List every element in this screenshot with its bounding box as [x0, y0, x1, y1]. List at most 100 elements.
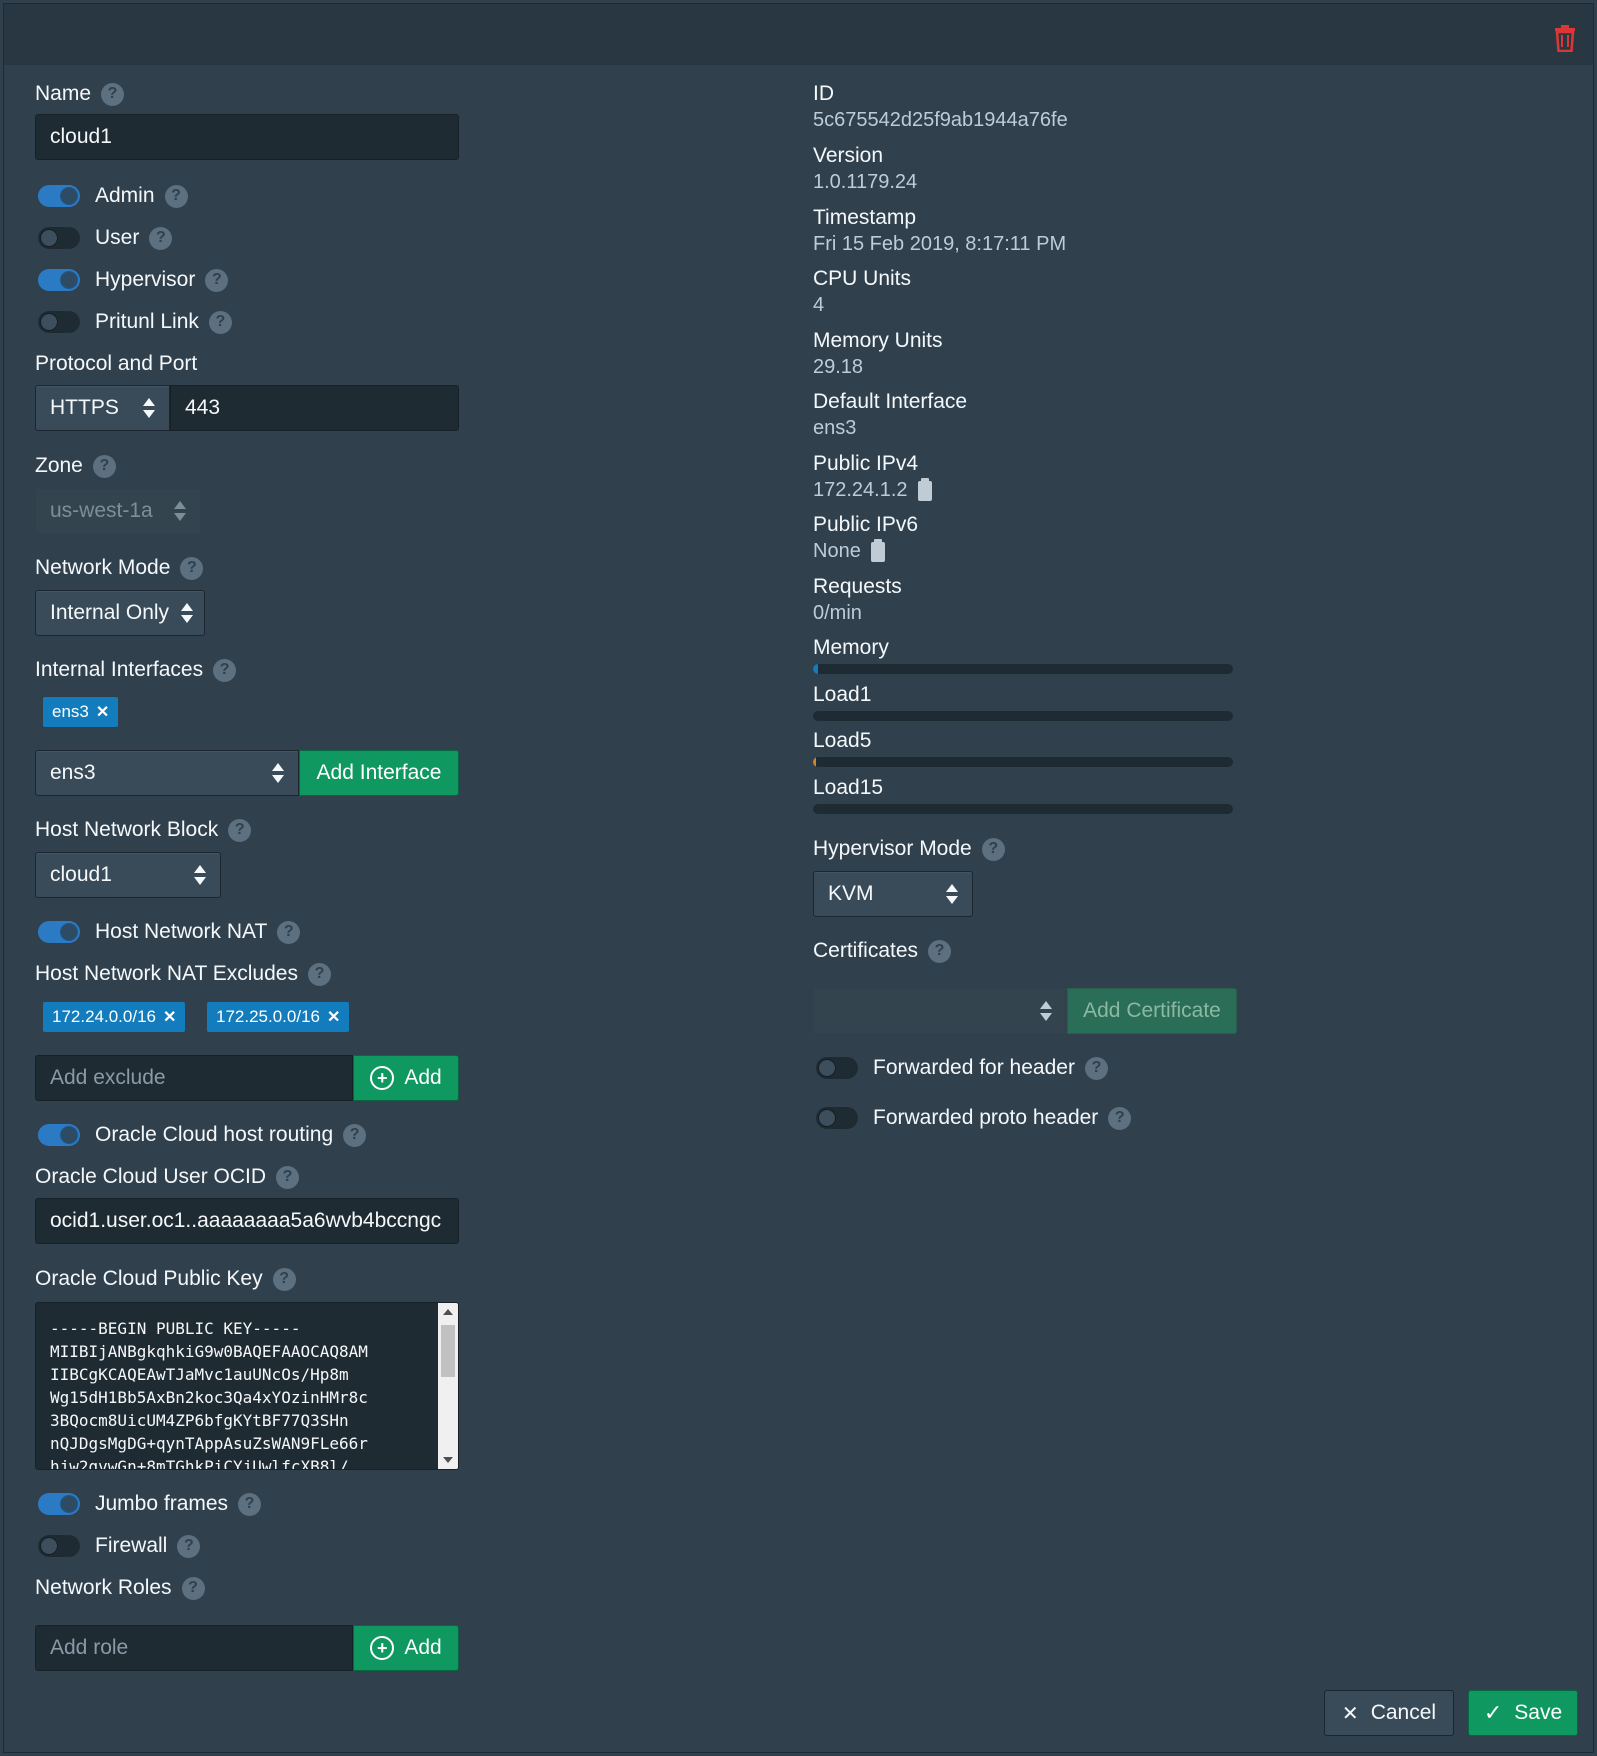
help-icon[interactable]: ? — [149, 226, 173, 250]
pritunl-link-toggle[interactable] — [38, 311, 80, 333]
zone-select: us-west-1a — [35, 488, 201, 534]
scroll-down-icon[interactable] — [443, 1457, 453, 1463]
internal-interfaces-label: Internal Interfaces? — [35, 658, 237, 682]
select-caret-icon — [194, 864, 206, 886]
add-interface-button[interactable]: Add Interface — [299, 750, 459, 796]
cancel-button[interactable]: ✕ Cancel — [1324, 1690, 1454, 1736]
network-roles-label: Network Roles? — [35, 1576, 205, 1600]
firewall-toggle[interactable] — [38, 1535, 80, 1557]
network-mode-label: Network Mode? — [35, 556, 204, 580]
name-input[interactable]: cloud1 — [35, 114, 459, 160]
port-input[interactable]: 443 — [170, 385, 459, 431]
exclude-tag: 172.25.0.0/16 ✕ — [207, 1002, 350, 1032]
hypervisor-mode-select[interactable]: KVM — [813, 871, 973, 917]
host-network-block-select[interactable]: cloud1 — [35, 852, 221, 898]
help-icon[interactable]: ? — [1084, 1056, 1108, 1080]
certificates-label: Certificates? — [813, 939, 952, 963]
oracle-public-key-textarea[interactable]: -----BEGIN PUBLIC KEY----- MIIBIjANBgkqh… — [35, 1302, 459, 1470]
help-icon[interactable]: ? — [177, 1534, 201, 1558]
jumbo-frames-toggle[interactable] — [38, 1493, 80, 1515]
help-icon[interactable]: ? — [180, 556, 204, 580]
tag-remove-icon[interactable]: ✕ — [96, 702, 109, 722]
help-icon[interactable]: ? — [101, 82, 125, 106]
public-ipv6-label: Public IPv6 — [813, 513, 919, 536]
host-network-block-label: Host Network Block? — [35, 818, 252, 842]
help-icon[interactable]: ? — [238, 1492, 262, 1516]
user-label: User? — [95, 226, 173, 250]
help-icon[interactable]: ? — [276, 1165, 300, 1189]
help-icon[interactable]: ? — [343, 1123, 367, 1147]
scroll-up-icon[interactable] — [443, 1309, 453, 1315]
version-label: Version — [813, 144, 884, 167]
load5-label: Load5 — [813, 729, 872, 752]
add-certificate-button: Add Certificate — [1067, 988, 1237, 1034]
help-icon[interactable]: ? — [92, 454, 116, 478]
oracle-public-key-label: Oracle Cloud Public Key? — [35, 1267, 296, 1291]
interface-select[interactable]: ens3 — [35, 750, 299, 796]
save-button[interactable]: ✓ Save — [1468, 1690, 1578, 1736]
clipboard-icon[interactable] — [917, 477, 932, 501]
select-caret-icon — [143, 397, 155, 419]
public-ipv4-label: Public IPv4 — [813, 452, 919, 475]
help-icon[interactable]: ? — [277, 920, 301, 944]
requests-value: 0/min — [813, 602, 862, 624]
tag-remove-icon[interactable]: ✕ — [327, 1007, 340, 1027]
host-network-nat-toggle[interactable] — [38, 921, 80, 943]
pritunl-link-label: Pritunl Link? — [95, 310, 232, 334]
help-icon[interactable]: ? — [213, 658, 237, 682]
trash-icon[interactable] — [1553, 24, 1577, 52]
clipboard-icon[interactable] — [870, 538, 885, 562]
forwarded-for-toggle[interactable] — [816, 1057, 858, 1079]
name-label: Name? — [35, 82, 125, 106]
help-icon[interactable]: ? — [928, 939, 952, 963]
add-exclude-button[interactable]: + Add — [353, 1055, 459, 1101]
help-icon[interactable]: ? — [181, 1576, 205, 1600]
add-role-input[interactable]: Add role — [35, 1625, 353, 1671]
load15-label: Load15 — [813, 776, 884, 799]
cpu-units-value: 4 — [813, 294, 825, 316]
add-role-button[interactable]: + Add — [353, 1625, 459, 1671]
check-icon: ✓ — [1483, 1700, 1503, 1725]
tag-remove-icon[interactable]: ✕ — [163, 1007, 176, 1027]
plus-circle-icon: + — [370, 1636, 395, 1660]
close-icon: ✕ — [1341, 1702, 1359, 1725]
oracle-ocid-input[interactable]: ocid1.user.oc1..aaaaaaaa5a6wvb4bccngc — [35, 1198, 459, 1244]
memory-label: Memory — [813, 636, 889, 659]
add-exclude-input[interactable]: Add exclude — [35, 1055, 353, 1101]
node-settings-panel: Name? cloud1 Admin? User? Hypervisor? Pr… — [3, 3, 1594, 1753]
id-value: 5c675542d25f9ab1944a76fe — [813, 109, 1068, 131]
load1-progress-bar — [813, 711, 1233, 721]
protocol-select[interactable]: HTTPS — [35, 385, 170, 431]
admin-toggle[interactable] — [38, 185, 80, 207]
load5-progress-bar — [813, 757, 1233, 767]
select-caret-icon — [272, 762, 284, 784]
certificate-select — [813, 988, 1067, 1034]
oracle-ocid-label: Oracle Cloud User OCID? — [35, 1165, 300, 1189]
version-value: 1.0.1179.24 — [813, 171, 918, 193]
forwarded-proto-label: Forwarded proto header? — [873, 1106, 1132, 1130]
oracle-routing-toggle[interactable] — [38, 1124, 80, 1146]
hypervisor-mode-label: Hypervisor Mode? — [813, 837, 1005, 861]
textarea-scrollbar[interactable] — [438, 1303, 458, 1469]
help-icon[interactable]: ? — [307, 962, 331, 986]
nat-excludes-label: Host Network NAT Excludes? — [35, 962, 331, 986]
hypervisor-toggle[interactable] — [38, 269, 80, 291]
help-icon[interactable]: ? — [164, 184, 188, 208]
host-network-nat-label: Host Network NAT? — [95, 920, 301, 944]
forwarded-proto-toggle[interactable] — [816, 1107, 858, 1129]
help-icon[interactable]: ? — [205, 268, 229, 292]
network-mode-select[interactable]: Internal Only — [35, 590, 205, 636]
help-icon[interactable]: ? — [981, 837, 1005, 861]
memory-units-label: Memory Units — [813, 329, 943, 352]
timestamp-value: Fri 15 Feb 2019, 8:17:11 PM — [813, 233, 1067, 255]
select-caret-icon — [1040, 1000, 1052, 1022]
default-interface-label: Default Interface — [813, 390, 968, 413]
help-icon[interactable]: ? — [1108, 1106, 1132, 1130]
help-icon[interactable]: ? — [228, 818, 252, 842]
help-icon[interactable]: ? — [208, 310, 232, 334]
zone-label: Zone? — [35, 454, 116, 478]
user-toggle[interactable] — [38, 227, 80, 249]
help-icon[interactable]: ? — [272, 1267, 296, 1291]
interface-tag: ens3 ✕ — [43, 697, 119, 727]
forwarded-for-label: Forwarded for header? — [873, 1056, 1108, 1080]
